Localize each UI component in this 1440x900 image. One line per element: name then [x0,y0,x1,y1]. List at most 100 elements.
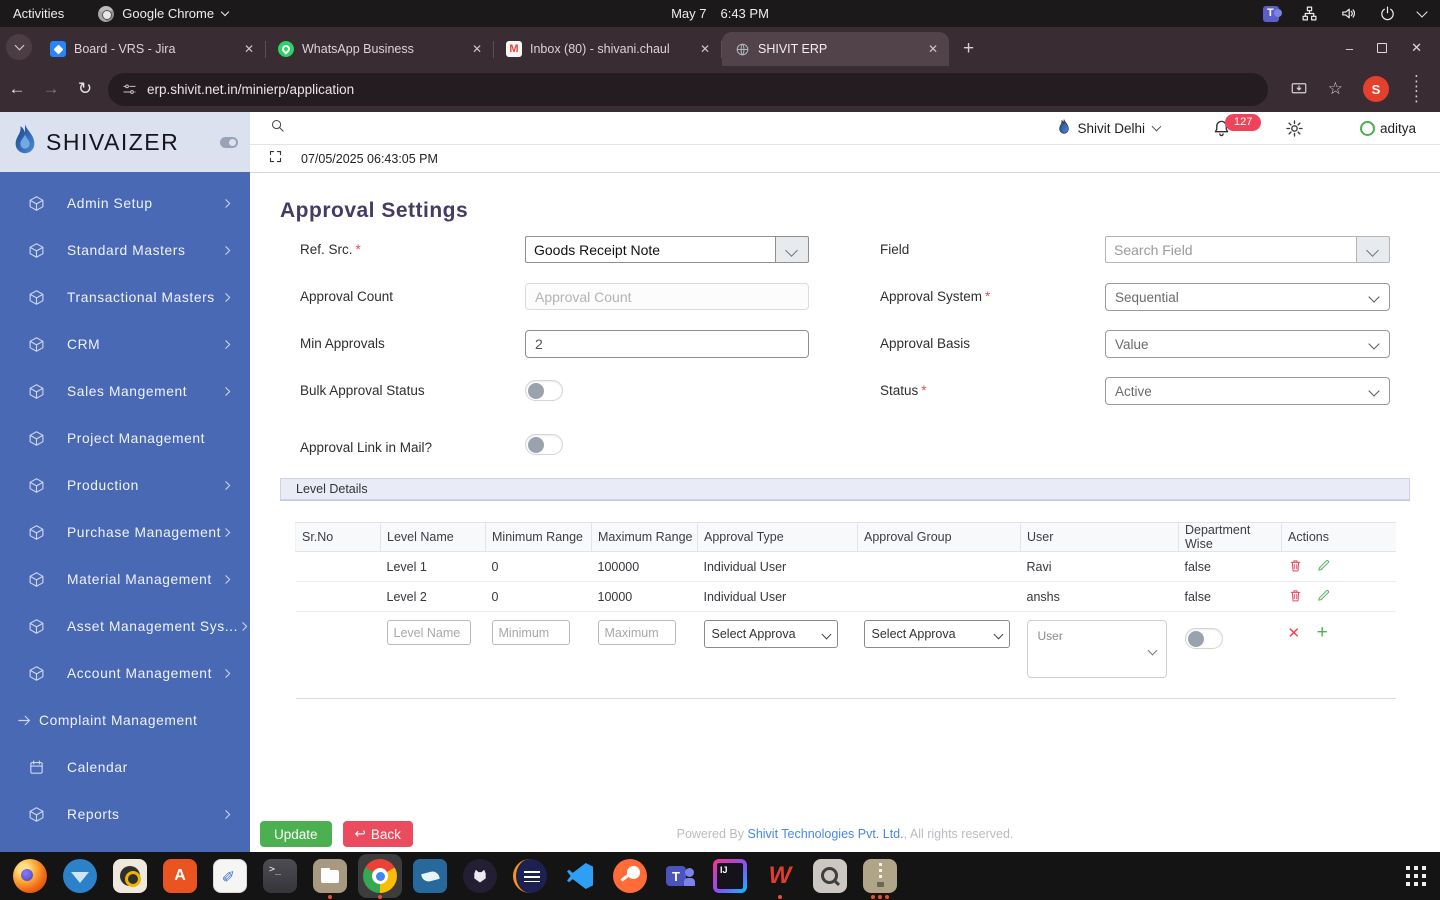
workspaces-icon[interactable] [1301,5,1318,22]
forward-icon[interactable]: → [34,79,68,99]
tab-close-icon[interactable]: ✕ [697,42,713,56]
user-menu[interactable]: aditya [1359,120,1416,136]
taskbar-files-button[interactable] [308,854,352,899]
new-department-wise-toggle[interactable] [1184,628,1223,649]
cancel-row-icon[interactable]: ✕ [1288,625,1301,642]
sidebar-item-account-management[interactable]: Account Management [0,650,250,697]
taskbar-github-desktop-button[interactable] [458,854,502,898]
taskbar-wps-office-button[interactable] [758,854,802,899]
new-min-range-input[interactable] [491,620,570,645]
clock-date[interactable]: May 7 [671,6,706,21]
min-approvals-input[interactable] [525,330,809,358]
settings-button[interactable] [1285,119,1304,138]
approval-count-input[interactable] [525,283,809,310]
reload-icon[interactable]: ↻ [68,79,102,99]
activities-button[interactable]: Activities [13,6,64,21]
search-icon[interactable] [270,118,285,138]
sidebar-item-production[interactable]: Production [0,462,250,509]
sidebar-item-project-management[interactable]: Project Management [0,415,250,462]
new-user-multiselect[interactable]: User [1026,620,1167,678]
taskbar-vscode-button[interactable] [558,854,602,898]
site-settings-icon[interactable] [122,82,137,97]
taskbar-eclipse-button[interactable] [508,854,552,898]
chrome-icon [98,5,115,22]
approval-link-toggle[interactable] [525,434,563,455]
sidebar-item-reports[interactable]: Reports [0,791,250,838]
taskbar-screenshot-tool-button[interactable] [808,854,852,898]
taskbar-firefox-button[interactable] [8,854,52,898]
browser-tab[interactable]: SHIVIT ERP ✕ [722,32,949,66]
app-menu[interactable]: Google Chrome [98,5,230,22]
power-icon[interactable] [1379,5,1396,22]
sidebar-item-material-management[interactable]: Material Management [0,556,250,603]
sidebar-item-crm[interactable]: CRM [0,321,250,368]
tab-close-icon[interactable]: ✕ [469,42,485,56]
taskbar-archive-manager-button[interactable] [858,854,902,899]
status-select[interactable]: Active [1105,377,1390,405]
sidebar-item-complaint-management[interactable]: Complaint Management [0,697,250,744]
browser-tab[interactable]: WhatsApp Business ✕ [266,32,493,66]
powered-by-link[interactable]: Shivit Technologies Pvt. Ltd. [747,827,903,841]
taskbar-chrome-button[interactable] [358,854,402,899]
browser-menu-icon[interactable]: ⋮ ⋮ [1409,74,1424,104]
taskbar-mysql-workbench-button[interactable] [408,854,452,898]
tab-close-icon[interactable]: ✕ [925,42,941,56]
install-app-icon[interactable] [1290,80,1308,98]
sidebar-item-sales-mangement[interactable]: Sales Mangement [0,368,250,415]
taskbar-ubuntu-software-button[interactable] [158,854,202,898]
back-icon[interactable]: ← [0,79,34,99]
delete-row-icon[interactable] [1288,588,1303,606]
tab-close-icon[interactable]: ✕ [241,42,257,56]
sidebar-item-purchase-management[interactable]: Purchase Management [0,509,250,556]
new-approval-type-select[interactable]: Select Approva [703,620,838,648]
new-tab-button[interactable]: + [963,39,974,58]
fullscreen-icon[interactable] [268,149,283,169]
sidebar-item-transactional-masters[interactable]: Transactional Masters [0,274,250,321]
ref-src-dropdown-button[interactable] [776,236,809,263]
sidebar-item-asset-management-sys[interactable]: Asset Management Sys... [0,603,250,650]
sidebar-collapse-toggle[interactable] [220,136,238,148]
sidebar-item-standard-masters[interactable]: Standard Masters [0,227,250,274]
update-button[interactable]: Update [260,821,332,847]
notifications-button[interactable]: 127 [1212,113,1262,138]
new-level-name-input[interactable] [386,620,471,645]
taskbar-postman-button[interactable] [608,854,652,898]
new-max-range-input[interactable] [597,620,676,645]
field-search-input[interactable] [1105,236,1357,263]
bulk-approval-status-toggle[interactable] [525,380,563,401]
field-dropdown-button[interactable] [1357,236,1390,263]
volume-icon[interactable] [1340,5,1357,22]
chevron-down-icon[interactable] [1416,5,1428,18]
delete-row-icon[interactable] [1288,558,1303,576]
minimize-icon[interactable]: – [1346,41,1353,56]
add-row-icon[interactable]: + [1317,622,1328,643]
ref-src-input[interactable] [525,236,776,263]
profile-avatar[interactable]: S [1363,76,1389,102]
taskbar-terminal-button[interactable] [258,854,302,898]
taskbar-teams-button[interactable] [658,854,702,898]
back-button[interactable]: ↩ Back [342,821,413,847]
taskbar-intellij-button[interactable] [708,854,752,898]
browser-tab[interactable]: Inbox (80) - shivani.chaul ✕ [494,32,721,66]
taskbar-thunderbird-button[interactable] [58,854,102,898]
url-text[interactable]: erp.shivit.net.in/minierp/application [147,82,354,97]
close-icon[interactable]: ✕ [1411,40,1422,56]
tab-search-button[interactable] [6,34,32,60]
org-selector[interactable]: Shivit Delhi [1057,119,1162,137]
sidebar-item-calendar[interactable]: Calendar [0,744,250,791]
approval-system-select[interactable]: Sequential [1105,283,1390,311]
taskbar-rhythmbox-button[interactable] [108,854,152,898]
taskbar-text-editor-button[interactable] [208,854,252,898]
teams-tray-icon[interactable] [1263,5,1282,22]
edit-row-icon[interactable] [1316,558,1331,576]
address-bar[interactable]: erp.shivit.net.in/minierp/application [108,72,1268,106]
new-approval-group-select[interactable]: Select Approva [863,620,1010,648]
browser-tab[interactable]: Board - VRS - Jira ✕ [38,32,265,66]
bookmark-star-icon[interactable]: ☆ [1328,79,1343,99]
show-applications-icon[interactable] [1406,866,1426,886]
restore-icon[interactable] [1377,43,1388,53]
sidebar-item-admin-setup[interactable]: Admin Setup [0,180,250,227]
edit-row-icon[interactable] [1316,588,1331,606]
clock-time[interactable]: 6:43 PM [720,6,768,21]
approval-basis-select[interactable]: Value [1105,330,1390,358]
